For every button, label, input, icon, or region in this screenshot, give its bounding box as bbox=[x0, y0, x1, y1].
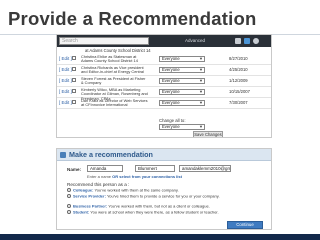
option-description: You've worked with them, but not as a cl… bbox=[108, 203, 210, 209]
visibility-select[interactable]: Everyone ▼ bbox=[159, 100, 205, 106]
recommendation-description: Dan Kratz as Director of Web Services at… bbox=[81, 98, 148, 108]
panel-header: Make a recommendation bbox=[57, 149, 271, 161]
chevron-down-icon: ▼ bbox=[199, 89, 203, 94]
option-description: You've hired them to provide a service f… bbox=[106, 193, 220, 199]
visibility-value: Everyone bbox=[162, 78, 180, 83]
name-label: Name: bbox=[67, 167, 82, 172]
option-title: Student: bbox=[73, 209, 90, 215]
recommend-as-question: Recommend this person as a : bbox=[67, 182, 130, 187]
edit-link[interactable]: [ Edit ] bbox=[59, 56, 72, 61]
recommendation-description: Steven Forrest as President at Fisher & … bbox=[81, 76, 146, 86]
recommendation-row: [ Edit ] Christina Richards as Vice pres… bbox=[57, 65, 271, 76]
recommendation-row: [ Edit ] Kimberly Wilco, MBA as Marketin… bbox=[57, 87, 271, 101]
inbox-icon[interactable] bbox=[235, 38, 241, 44]
radio-button[interactable] bbox=[67, 210, 71, 214]
option-business-partner[interactable]: Business Partner: You've worked with the… bbox=[67, 204, 263, 209]
radio-button[interactable] bbox=[67, 188, 71, 192]
radio-button[interactable] bbox=[67, 194, 71, 198]
chevron-down-icon: ▼ bbox=[199, 56, 203, 61]
row-checkbox[interactable] bbox=[72, 67, 76, 71]
visibility-select[interactable]: Everyone ▼ bbox=[159, 89, 205, 95]
change-all-value: Everyone bbox=[162, 124, 180, 129]
row-checkbox[interactable] bbox=[72, 100, 76, 104]
option-description: You've worked with them at the same comp… bbox=[94, 187, 179, 193]
recommendation-date: 1/12/2009 bbox=[229, 78, 248, 83]
visibility-value: Everyone bbox=[162, 67, 180, 72]
advanced-search-link[interactable]: Advanced bbox=[185, 38, 205, 43]
profile-icon[interactable] bbox=[253, 38, 259, 44]
visibility-select[interactable]: Everyone ▼ bbox=[159, 67, 205, 73]
panel-title: Make a recommendation bbox=[69, 150, 153, 159]
change-all-select[interactable]: Everyone ▼ bbox=[159, 124, 205, 130]
option-colleague[interactable]: Colleague: You've worked with them at th… bbox=[67, 188, 263, 193]
change-all-label: Change all to: bbox=[159, 118, 186, 123]
search-input[interactable]: Search bbox=[59, 37, 149, 45]
edit-link[interactable]: [ Edit ] bbox=[59, 89, 72, 94]
save-changes-button[interactable]: Save Changes bbox=[193, 131, 223, 137]
visibility-value: Everyone bbox=[162, 89, 180, 94]
recommendation-intro-text: at Adams County School District 14 bbox=[85, 48, 151, 53]
visibility-select[interactable]: Everyone ▼ bbox=[159, 56, 205, 62]
row-checkbox[interactable] bbox=[72, 56, 76, 60]
edit-link[interactable]: [ Edit ] bbox=[59, 67, 72, 72]
recommendation-row: [ Edit ] Christina Ehlke as Statesman at… bbox=[57, 54, 271, 65]
email-field[interactable]: amandaklemm2010@gmai bbox=[179, 165, 231, 172]
recommendation-date: 10/15/2007 bbox=[229, 89, 250, 94]
chevron-down-icon: ▼ bbox=[199, 67, 203, 72]
slide-title: Provide a Recommendation bbox=[8, 8, 257, 29]
recommendations-list: [ Edit ] Christina Ehlke as Statesman at… bbox=[57, 54, 271, 109]
visibility-settings-panel: Search Advanced at Adams County School D… bbox=[56, 34, 272, 138]
option-title: Business Partner: bbox=[73, 203, 108, 209]
visibility-select[interactable]: Everyone ▼ bbox=[159, 78, 205, 84]
edit-link[interactable]: [ Edit ] bbox=[59, 100, 72, 105]
recommendation-icon bbox=[60, 152, 66, 158]
chevron-down-icon: ▼ bbox=[199, 78, 203, 83]
recommendation-row: [ Edit ] Dan Kratz as Director of Web Se… bbox=[57, 98, 271, 109]
recommendation-date: 8/27/2010 bbox=[229, 56, 248, 61]
radio-button[interactable] bbox=[67, 204, 71, 208]
enter-name-hint: Enter a name bbox=[87, 174, 112, 179]
option-title: Colleague: bbox=[73, 187, 94, 193]
row-checkbox[interactable] bbox=[72, 78, 76, 82]
recommendation-description: Christina Ehlke as Statesman at Adams Co… bbox=[81, 54, 138, 64]
recommendation-row: [ Edit ] Steven Forrest as President at … bbox=[57, 76, 271, 87]
chevron-down-icon: ▼ bbox=[199, 100, 203, 105]
make-recommendation-panel: Make a recommendation Name: Amanda Blumm… bbox=[56, 148, 272, 230]
edit-link[interactable]: [ Edit ] bbox=[59, 78, 72, 83]
select-connections-link[interactable]: OR select from your connections list bbox=[112, 174, 182, 179]
option-title: Service Provider: bbox=[73, 193, 106, 199]
recommendation-date: 4/25/2010 bbox=[229, 67, 248, 72]
visibility-value: Everyone bbox=[162, 100, 180, 105]
name-helper-text: Enter a name OR select from your connect… bbox=[87, 174, 182, 179]
notifications-icon[interactable] bbox=[244, 38, 250, 44]
recommendation-description: Christina Richards as Vice president and… bbox=[81, 65, 144, 75]
chevron-down-icon: ▼ bbox=[199, 124, 203, 129]
top-navigation-bar: Search Advanced bbox=[57, 35, 271, 47]
visibility-value: Everyone bbox=[162, 56, 180, 61]
continue-button[interactable]: Continue bbox=[227, 221, 263, 229]
option-student[interactable]: Student: You were at school when they we… bbox=[67, 210, 263, 215]
recommendation-date: 7/30/2007 bbox=[229, 100, 248, 105]
option-description: You were at school when they were there,… bbox=[90, 209, 219, 215]
slide-footer-bar bbox=[0, 234, 320, 240]
first-name-field[interactable]: Amanda bbox=[87, 165, 123, 172]
row-checkbox[interactable] bbox=[72, 89, 76, 93]
option-service-provider[interactable]: Service Provider: You've hired them to p… bbox=[67, 194, 263, 199]
last-name-field[interactable]: Blummert bbox=[135, 165, 175, 172]
